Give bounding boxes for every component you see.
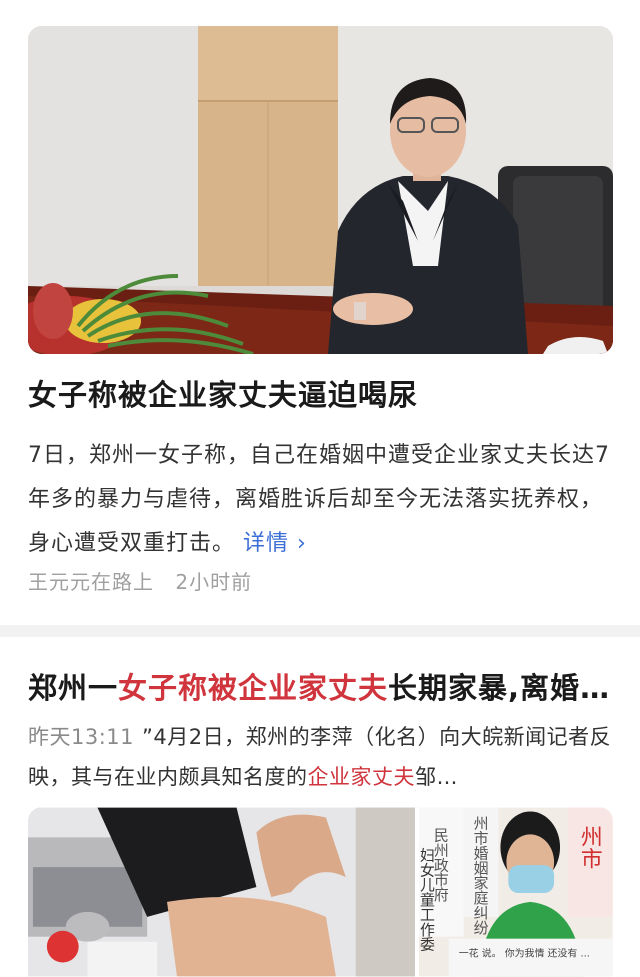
- title-part: 郑州一: [28, 671, 119, 705]
- detail-link[interactable]: 详情 ›: [235, 531, 307, 556]
- detail-link-label: 详情 ›: [243, 531, 307, 556]
- article-summary[interactable]: 7日，郑州一女子称，自己在婚姻中遭受企业家丈夫长达7年多的暴力与虐待，离婚胜诉后…: [28, 434, 616, 566]
- woman-sign-photo: 民州政市府 妇女儿童工作委 州市婚姻家庭纠纷 州市 一花 说。 你为我情 还没有…: [419, 807, 613, 977]
- article-snippet[interactable]: 昨天13:11 ”4月2日，郑州的李萍（化名）向大皖新闻记者反映，其与在业内颇具知…: [28, 717, 613, 797]
- sign-text-vertical: 州市婚姻家庭纠纷: [472, 816, 490, 936]
- snippet-highlight: 企业家丈夫: [307, 765, 415, 789]
- article-hero-image[interactable]: [28, 26, 613, 354]
- article-title[interactable]: 女子称被企业家丈夫逼迫喝尿: [28, 372, 618, 414]
- sign-text-red: 州市: [578, 825, 603, 869]
- arm-photo: [28, 807, 416, 977]
- snippet-text: 邹…: [415, 765, 458, 789]
- article-title[interactable]: 郑州一女子称被企业家丈夫长期家暴,离婚胜诉后却难获抚养权: [28, 665, 618, 707]
- source-name[interactable]: 王元元在路上: [28, 570, 154, 594]
- publish-time: 昨天13:11: [28, 725, 135, 749]
- news-card-1[interactable]: 女子称被企业家丈夫逼迫喝尿 7日，郑州一女子称，自己在婚姻中遭受企业家丈夫长达7…: [0, 0, 640, 625]
- news-card-2[interactable]: 郑州一女子称被企业家丈夫长期家暴,离婚胜诉后却难获抚养权 昨天13:11”4月2…: [0, 637, 640, 977]
- publish-time: 2小时前: [175, 570, 253, 594]
- sign-text-vertical: 妇女儿童工作委: [419, 847, 436, 951]
- section-divider: [0, 625, 640, 637]
- article-meta: 王元元在路上 2小时前: [28, 566, 252, 595]
- office-photo: [28, 26, 613, 354]
- paper-note: 一花 说。 你为我情 还没有 ...: [459, 947, 590, 960]
- summary-text: 7日，郑州一女子称，自己在婚姻中遭受企业家丈夫长达7年多的暴力与虐待，离婚胜诉后…: [28, 443, 610, 556]
- title-highlight: 女子称被企业家丈夫: [118, 671, 389, 705]
- article-image-strip[interactable]: 民州政市府 妇女儿童工作委 州市婚姻家庭纠纷 州市 一花 说。 你为我情 还没有…: [28, 807, 613, 977]
- title-part: 长期家暴,离婚胜诉后却难获抚养权: [388, 671, 618, 705]
